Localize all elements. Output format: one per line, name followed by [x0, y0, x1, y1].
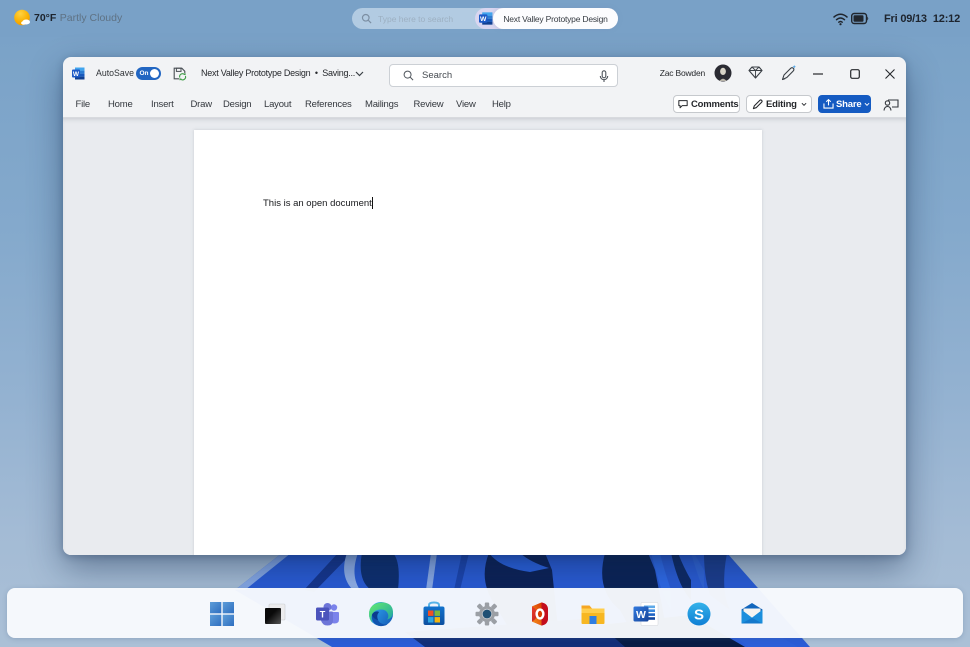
svg-text:T: T [319, 610, 325, 620]
svg-text:S: S [693, 607, 703, 624]
svg-text:W: W [73, 71, 80, 78]
svg-text:W: W [636, 609, 646, 621]
svg-text:W: W [480, 16, 487, 23]
